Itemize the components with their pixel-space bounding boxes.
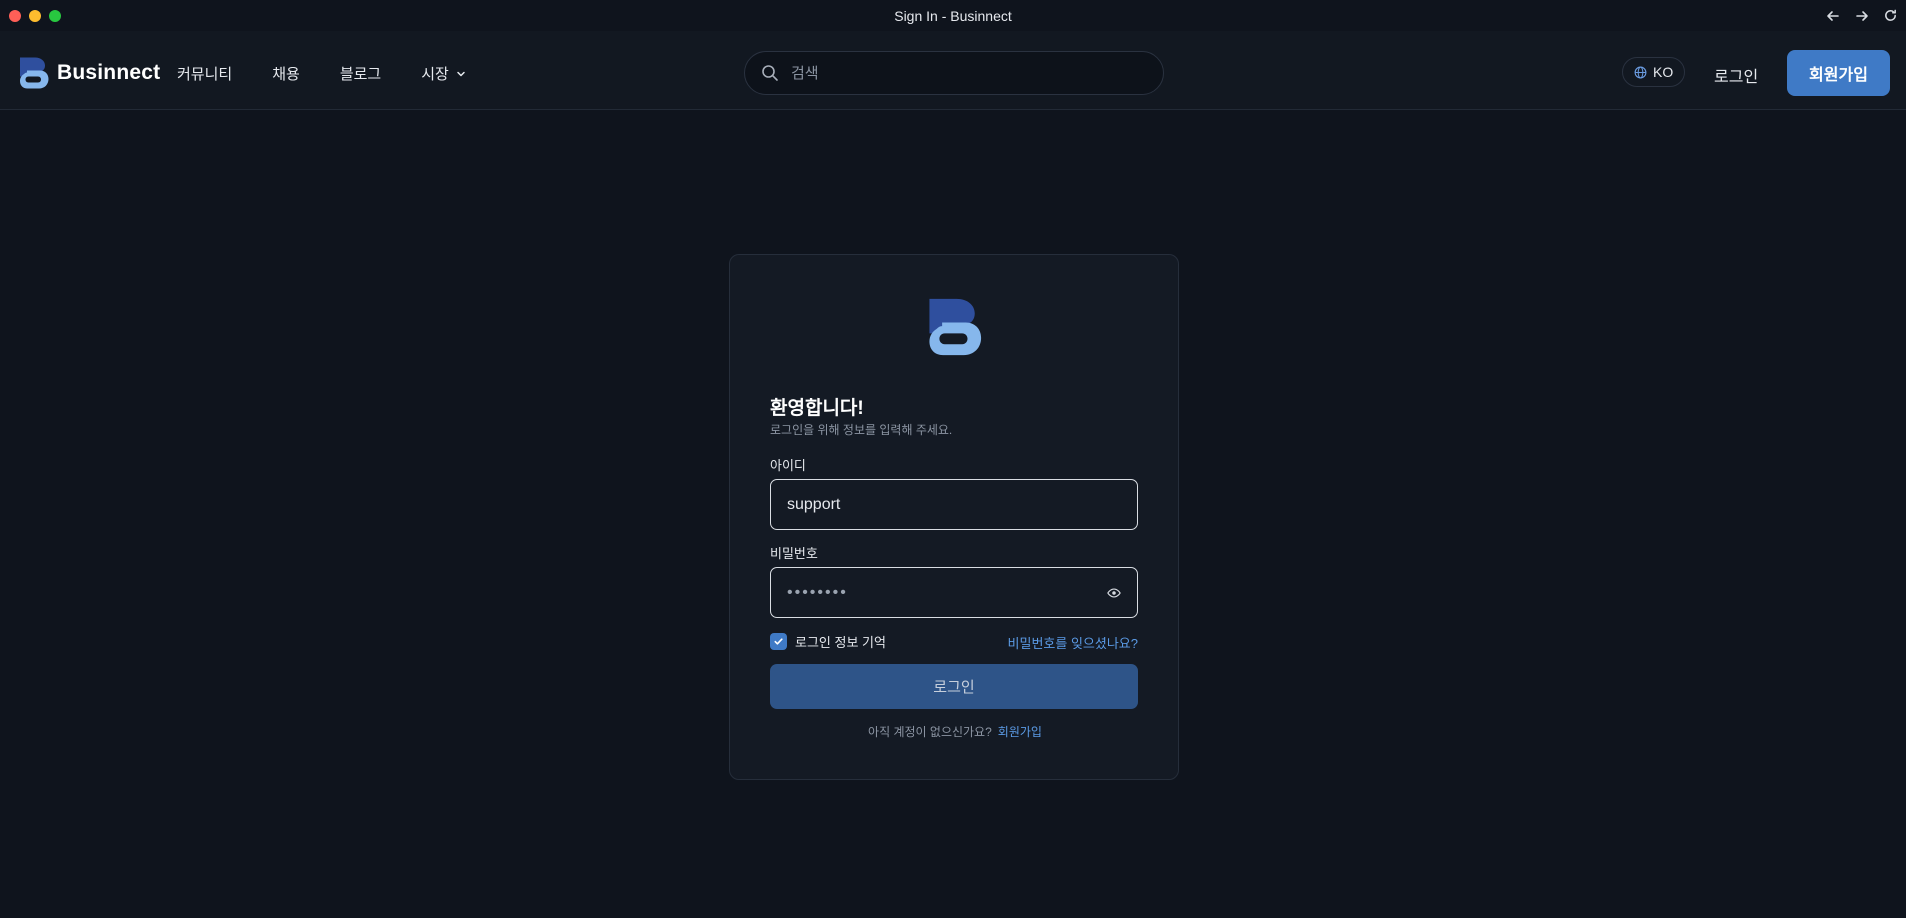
chevron-down-icon: [457, 71, 465, 76]
language-code: KO: [1653, 64, 1674, 80]
id-input[interactable]: [787, 495, 1121, 514]
brand-logo-icon: [20, 57, 49, 89]
remember-label: 로그인 정보 기억: [795, 635, 886, 650]
site-header: Businnect 커뮤니티 채용 블로그 시장 KO 로그인 회원가입: [0, 31, 1906, 110]
forgot-password-link[interactable]: 비밀번호를 잊으셨나요?: [1008, 633, 1138, 652]
brand-name: Businnect: [57, 61, 161, 84]
window-titlebar: Sign In - Businnect: [0, 0, 1906, 31]
brand-logo[interactable]: Businnect: [17, 55, 160, 91]
minimize-window-button[interactable]: [29, 10, 41, 22]
search-input[interactable]: [791, 64, 1131, 82]
reload-icon[interactable]: [1881, 6, 1900, 25]
back-arrow-icon[interactable]: [1823, 6, 1842, 25]
header-login-link[interactable]: 로그인: [1714, 63, 1758, 87]
password-label: 비밀번호: [770, 546, 818, 561]
welcome-heading: 환영합니다!: [770, 398, 864, 419]
password-input[interactable]: ••••••••: [787, 584, 1107, 602]
search-icon: [762, 65, 778, 81]
welcome-subtitle: 로그인을 위해 정보를 입력해 주세요.: [770, 423, 953, 437]
check-icon: [774, 638, 783, 645]
eye-icon[interactable]: [1107, 586, 1121, 600]
nav-item-blog[interactable]: 블로그: [340, 63, 381, 84]
remember-checkbox[interactable]: [770, 633, 787, 650]
id-field[interactable]: [770, 479, 1138, 530]
main-nav: 커뮤니티 채용 블로그 시장: [177, 63, 467, 84]
nav-item-jobs[interactable]: 채용: [272, 63, 300, 84]
search-bar[interactable]: [744, 51, 1164, 95]
header-signup-button[interactable]: 회원가입: [1787, 50, 1890, 96]
signup-link[interactable]: 회원가입: [998, 725, 1042, 739]
password-field[interactable]: ••••••••: [770, 567, 1138, 618]
remember-me[interactable]: 로그인 정보 기억: [770, 632, 886, 651]
close-window-button[interactable]: [9, 10, 21, 22]
window-controls: [9, 10, 61, 22]
globe-icon: [1634, 66, 1647, 78]
nav-item-community[interactable]: 커뮤니티: [177, 63, 232, 84]
card-logo-icon: [929, 298, 982, 356]
forward-arrow-icon[interactable]: [1852, 6, 1871, 25]
id-label: 아이디: [770, 458, 806, 473]
language-selector[interactable]: KO: [1622, 57, 1686, 87]
browser-nav-controls: [1823, 6, 1900, 25]
no-account-text: 아직 계정이 없으신가요?: [868, 725, 992, 739]
nav-item-market-label: 시장: [421, 66, 449, 83]
login-submit-button[interactable]: 로그인: [770, 664, 1138, 709]
signup-prompt: 아직 계정이 없으신가요? 회원가입: [730, 723, 1180, 740]
nav-item-market[interactable]: 시장: [421, 63, 467, 84]
window-title: Sign In - Businnect: [894, 7, 1012, 24]
maximize-window-button[interactable]: [49, 10, 61, 22]
login-card: 환영합니다! 로그인을 위해 정보를 입력해 주세요. 아이디 비밀번호 •••…: [729, 254, 1179, 780]
